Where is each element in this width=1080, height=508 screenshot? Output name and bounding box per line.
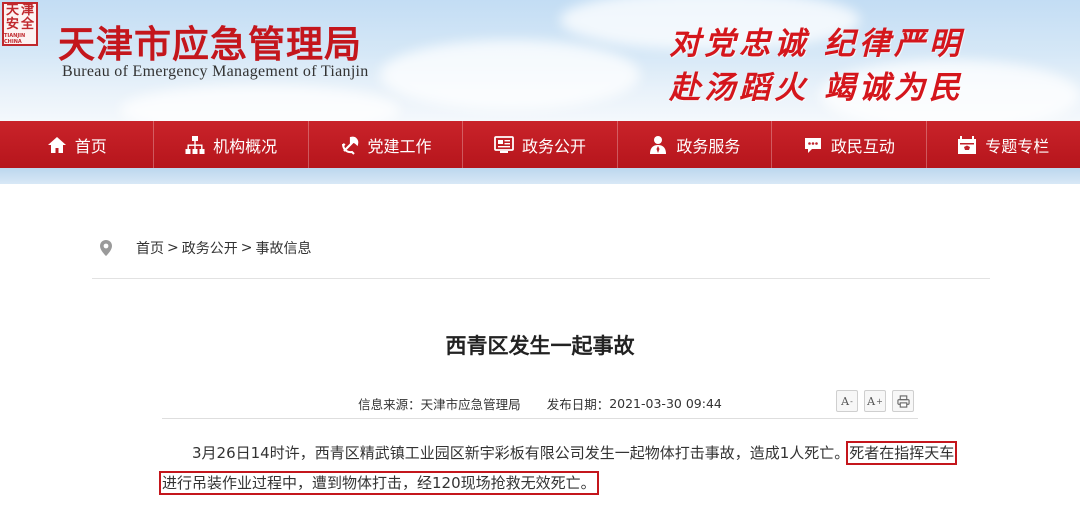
nav-label: 专题专栏 [985,136,1050,156]
publish-date: 2021-03-30 09:44 [609,395,722,411]
slogan-line-2: 赴汤蹈火 竭诚为民 [669,70,964,106]
breadcrumb-gov-open[interactable]: 政务公开 [182,238,238,258]
nav-item-organization[interactable]: 机构概况 [154,121,309,168]
nav-item-home[interactable]: 首页 [0,121,155,168]
breadcrumb-separator: > [240,240,253,256]
nav-sub-band [0,168,1080,184]
location-pin-icon [98,239,114,257]
site-title-english: Bureau of Emergency Management of Tianji… [62,63,369,80]
article-body: 3月26日14时许，西青区精武镇工业园区新宇彩板有限公司发生一起物体打击事故，造… [159,438,958,498]
chat-bubble-icon [803,135,823,155]
print-icon [896,394,910,408]
nav-label: 政务服务 [676,136,741,156]
source-value: 天津市应急管理局 [420,396,521,412]
nav-item-gov-open[interactable]: 政务公开 [463,121,618,168]
article-tools: A- A + [836,390,914,412]
main-nav: 首页 机构概况 党建工作 政务公开 政务服务 政民互动 专题专栏 [0,121,1080,168]
article-title: 西青区发生一起事故 [445,334,635,358]
breadcrumb-home[interactable]: 首页 [136,238,164,258]
nav-label: 党建工作 [367,136,432,156]
meta-divider [162,418,918,419]
party-emblem-icon [340,135,360,155]
print-button[interactable] [892,390,914,412]
site-logo-seal[interactable]: 天津 安全 TIANJIN CHINA [2,2,38,46]
header-banner: 天津 安全 TIANJIN CHINA 天津市应急管理局 Bureau of E… [0,0,1080,121]
highlighted-text: 进行吊装作业过程中，遭到物体打击，经120现场抢救无效死亡。 [159,471,599,495]
org-chart-icon [185,135,205,155]
home-icon [47,135,67,155]
breadcrumb-accident-info[interactable]: 事故信息 [255,238,311,258]
highlighted-text: 死者在指挥天车 [846,441,958,465]
nav-item-party-building[interactable]: 党建工作 [309,121,464,168]
breadcrumb-divider [92,278,990,279]
date-label: 发布日期： [546,396,610,412]
nav-label: 机构概况 [213,136,278,156]
slogan-line-1: 对党忠诚 纪律严明 [669,26,964,62]
breadcrumb-separator: > [167,240,179,256]
nav-label: 首页 [74,136,107,156]
site-title: 天津市应急管理局 [58,23,362,66]
gov-open-icon [494,135,514,155]
breadcrumb: 首页 > 政务公开 > 事故信息 [98,236,990,260]
nav-label: 政民互动 [830,136,895,156]
article-meta: 信息来源： 天津市应急管理局 发布日期： 2021-03-30 09:44 A-… [162,388,918,418]
font-decrease-button[interactable]: A- [836,390,858,412]
feature-column-icon [957,135,977,155]
nav-item-gov-service[interactable]: 政务服务 [618,121,773,168]
article-text: 3月26日14时许，西青区精武镇工业园区新宇彩板有限公司发生一起物体打击事故，造… [192,444,850,462]
nav-label: 政务公开 [521,136,586,156]
font-increase-button[interactable]: A + [864,390,886,412]
nav-item-interaction[interactable]: 政民互动 [772,121,927,168]
service-person-icon [648,135,668,155]
nav-item-feature-column[interactable]: 专题专栏 [927,121,1080,168]
source-label: 信息来源： [358,396,421,412]
